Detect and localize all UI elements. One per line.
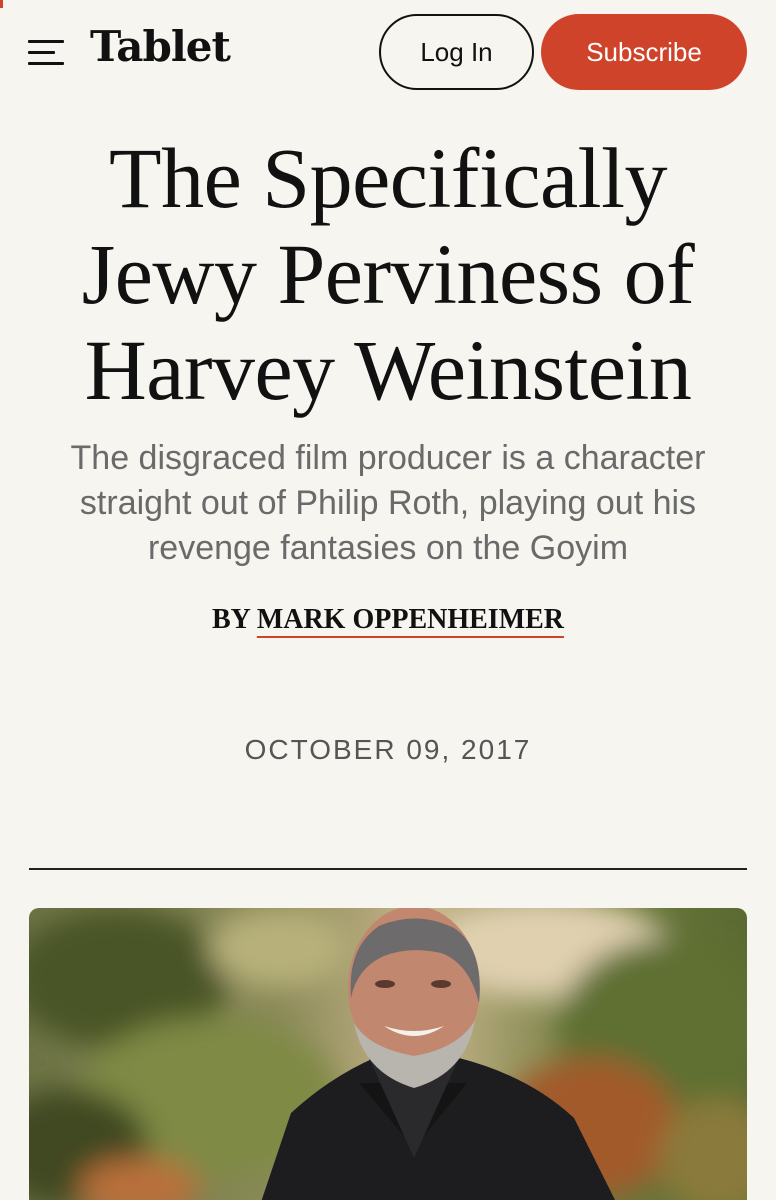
hamburger-menu-icon[interactable] (28, 38, 64, 68)
hero-photo (29, 908, 747, 1200)
dek-line: The disgraced film producer is a charact… (70, 439, 706, 477)
byline-prefix: BY (211, 604, 250, 635)
article-headline: The Specifically Jewy Perviness of Harve… (20, 130, 756, 418)
subscribe-button[interactable]: Subscribe (541, 14, 747, 90)
hero-photo-illustration (29, 908, 747, 1200)
publish-date: OCTOBER 09, 2017 (244, 734, 532, 765)
dek-line: straight out of Philip Roth, playing out… (79, 484, 697, 522)
corner-accent-mark (0, 0, 3, 8)
headline-line: The Specifically (109, 130, 667, 226)
dek-line: revenge fantasies on the Goyim (147, 529, 629, 567)
section-divider (29, 868, 747, 870)
byline: BY MARK OPPENHEIMER (0, 600, 776, 640)
author-link[interactable]: MARK OPPENHEIMER (257, 604, 564, 635)
login-button[interactable]: Log In (379, 14, 534, 90)
site-logo[interactable]: Tablet (90, 26, 231, 68)
article-dek: The disgraced film producer is a charact… (20, 436, 756, 571)
headline-line: Jewy Perviness of (81, 226, 695, 322)
article-page: Tablet Log In Subscribe The Specifically… (0, 0, 776, 1200)
headline-line: Harvey Weinstein (84, 322, 692, 418)
top-navigation-bar: Tablet Log In Subscribe (0, 0, 776, 100)
